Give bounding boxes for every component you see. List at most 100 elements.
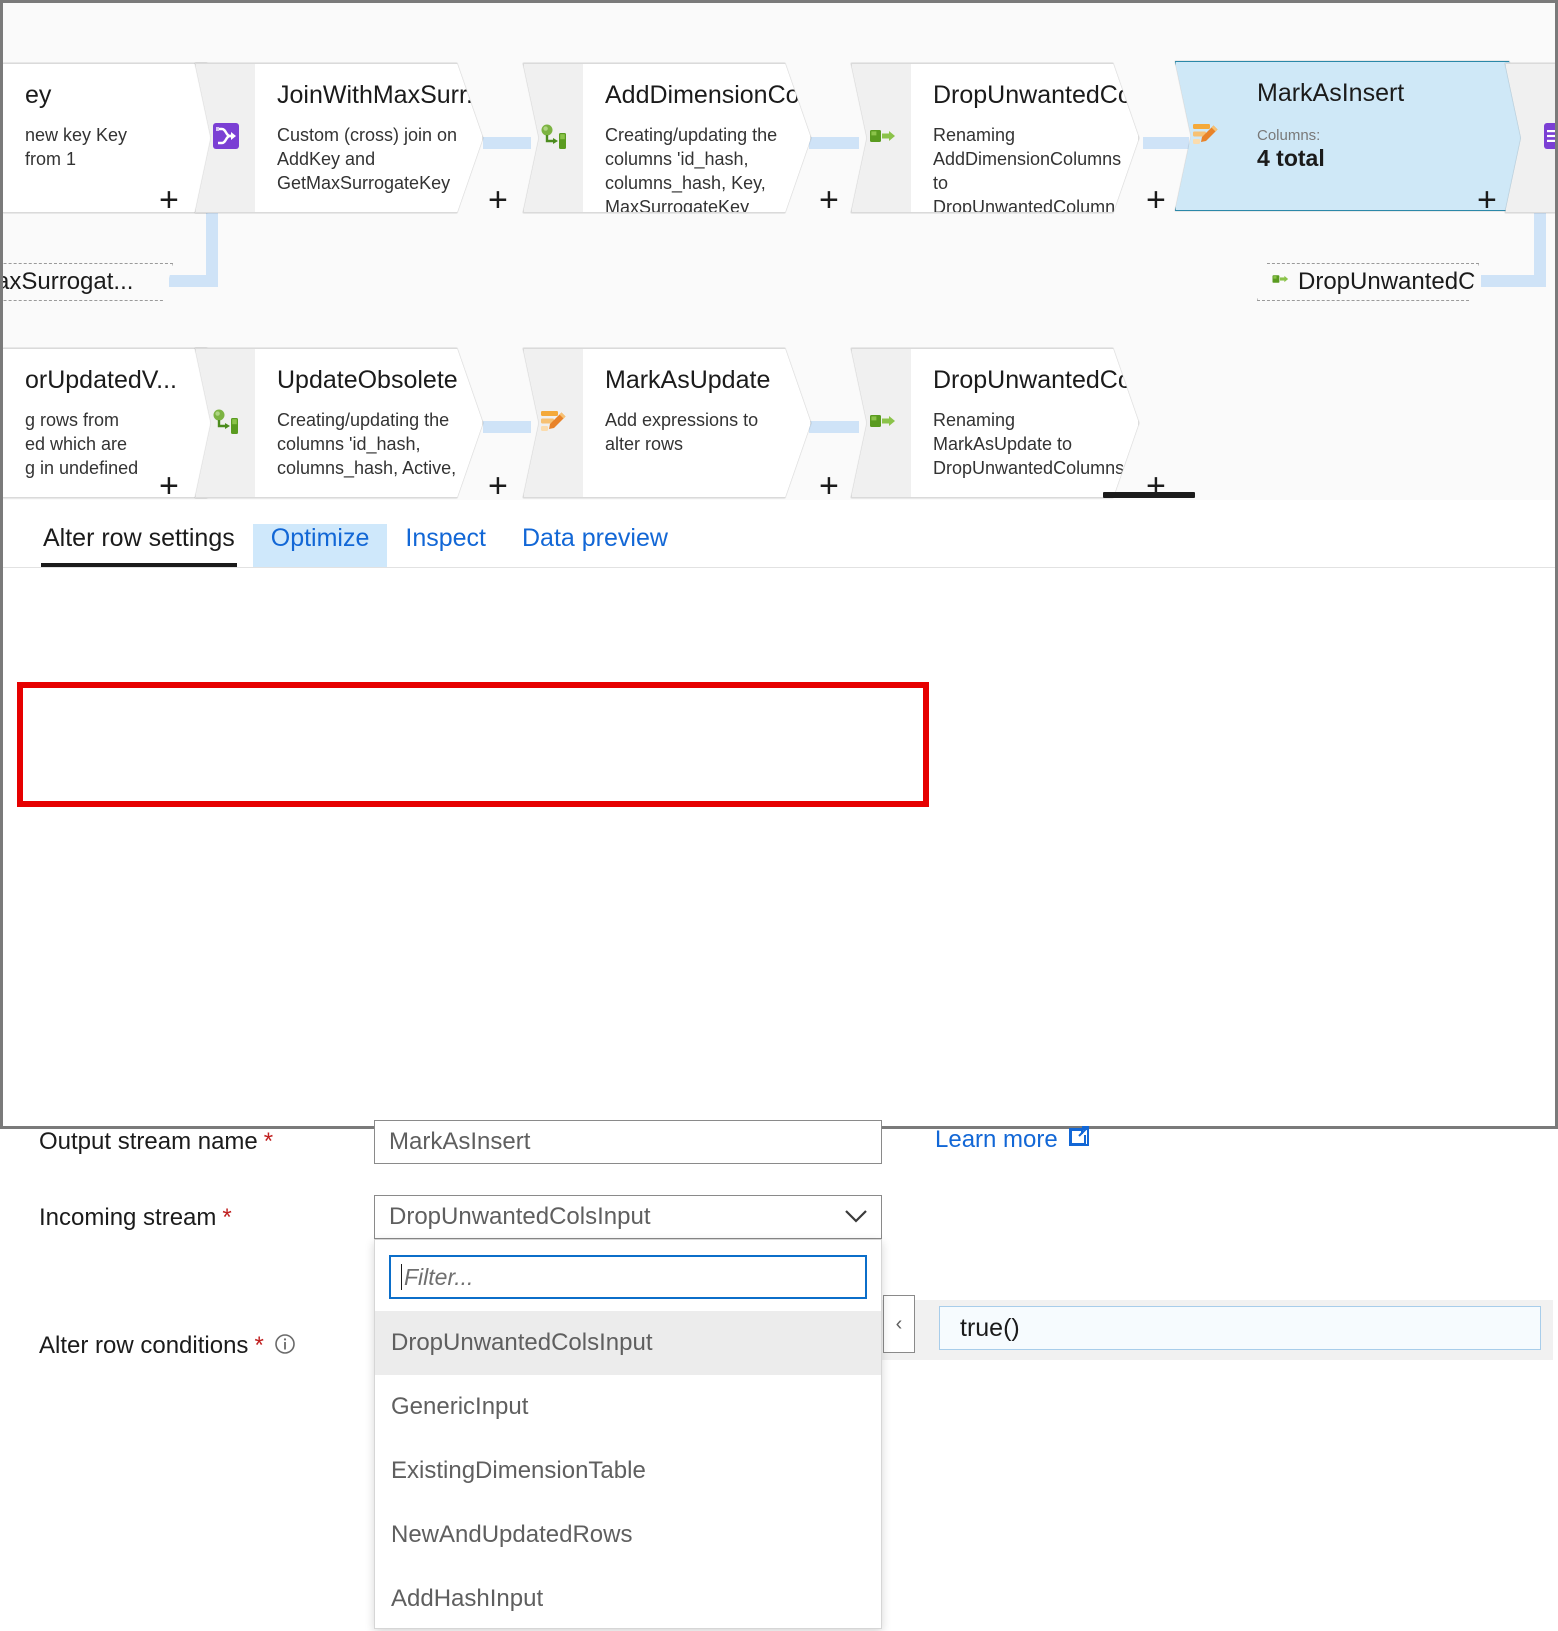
incoming-stream-combobox[interactable]: DropUnwantedColsInput bbox=[374, 1195, 882, 1239]
node-title: AddDimensionCol... bbox=[605, 81, 811, 109]
dropdown-filter-input[interactable]: Filter... bbox=[389, 1255, 867, 1299]
node-title: MarkAsUpdate bbox=[605, 366, 771, 394]
dropdown-option-dropunwantedcolsinput[interactable]: DropUnwantedColsInput bbox=[375, 1311, 881, 1375]
condition-type-dropdown[interactable]: ‹ bbox=[883, 1295, 915, 1353]
add-node-button[interactable]: + bbox=[819, 183, 839, 217]
node-icon-pane bbox=[851, 348, 911, 498]
dropdown-option-existingdimensiontable[interactable]: ExistingDimensionTable bbox=[375, 1439, 881, 1503]
node-icon-pane bbox=[195, 63, 255, 213]
node-body[interactable]: MarkAsUpdate Add expressions to alter ro… bbox=[583, 348, 811, 498]
node-body[interactable]: DropUnwantedCo... Renaming AddDimensionC… bbox=[911, 63, 1139, 213]
reference-pill-label: etMaxSurrogat... bbox=[9, 268, 134, 295]
add-node-button[interactable]: + bbox=[159, 469, 179, 500]
node-description: Renaming AddDimensionColumns to DropUnwa… bbox=[933, 125, 1125, 213]
node-description: Renaming MarkAsUpdate to DropUnwantedCol… bbox=[933, 410, 1125, 478]
node-title: ey bbox=[25, 81, 52, 109]
select-icon bbox=[866, 405, 898, 442]
add-node-button[interactable]: + bbox=[488, 183, 508, 217]
add-node-button[interactable]: + bbox=[1146, 183, 1166, 217]
field-label: Alter row conditions bbox=[39, 1332, 249, 1359]
tab-alter-row-settings[interactable]: Alter row settings bbox=[25, 524, 253, 567]
connector-line bbox=[1534, 209, 1546, 281]
node-title: MarkAsInsert bbox=[1257, 79, 1405, 107]
node-description: new key Key from 1 bbox=[25, 125, 128, 169]
derived-column-icon bbox=[210, 405, 242, 442]
node-title: UpdateObsolete bbox=[277, 366, 458, 394]
reference-pill-label: DropUnwantedC... bbox=[1298, 268, 1496, 295]
condition-type-value: ‹ bbox=[895, 1312, 903, 1335]
node-title: orUpdatedV... bbox=[25, 366, 177, 394]
incoming-stream-label: Incoming stream * bbox=[39, 1198, 359, 1238]
dataflow-node-markasupdate[interactable]: MarkAsUpdate Add expressions to alter ro… bbox=[523, 348, 811, 498]
join-icon bbox=[210, 120, 242, 157]
node-description: g rows from ed which are g in undefined bbox=[25, 410, 139, 478]
dataflow-node-dropunwantedcolumns-1[interactable]: DropUnwantedCo... Renaming AddDimensionC… bbox=[851, 63, 1139, 213]
output-stream-name-label: Output stream name * bbox=[39, 1122, 339, 1162]
canvas-horizontal-scrollbar[interactable] bbox=[1103, 492, 1195, 498]
reference-pill-dropunwantedcols[interactable]: DropUnwantedC... bbox=[1257, 263, 1479, 301]
node-body[interactable]: UpdateObsolete Creating/updating the col… bbox=[255, 348, 483, 498]
add-node-button[interactable]: + bbox=[1477, 183, 1497, 217]
select-icon bbox=[866, 120, 898, 157]
dataflow-node-updateobsolete[interactable]: UpdateObsolete Creating/updating the col… bbox=[195, 348, 483, 498]
union-icon bbox=[1541, 120, 1555, 157]
connector-line bbox=[1481, 275, 1546, 287]
output-stream-name-value: MarkAsInsert bbox=[389, 1128, 531, 1155]
node-description: Add expressions to alter rows bbox=[605, 410, 759, 454]
node-columns-label: Columns: bbox=[1257, 127, 1321, 145]
tab-optimize[interactable]: Optimize bbox=[252, 524, 388, 567]
node-body[interactable]: DropUnwantedCo... Renaming MarkAsUpdate … bbox=[911, 348, 1139, 498]
alter-row-icon bbox=[537, 404, 571, 443]
node-title: DropUnwantedCo... bbox=[933, 366, 1139, 394]
node-icon-pane bbox=[523, 63, 583, 213]
dropdown-filter-placeholder: Filter... bbox=[404, 1263, 474, 1290]
required-asterisk: * bbox=[263, 1128, 274, 1155]
add-node-button[interactable]: + bbox=[488, 469, 508, 500]
node-icon-pane bbox=[1505, 63, 1555, 213]
dropdown-option-newandupdatedrows[interactable]: NewAndUpdatedRows bbox=[375, 1503, 881, 1567]
tab-data-preview[interactable]: Data preview bbox=[504, 524, 686, 567]
node-description: Creating/updating the columns 'id_hash, … bbox=[277, 410, 457, 478]
field-label: Output stream name bbox=[39, 1128, 258, 1155]
node-body[interactable]: JoinWithMaxSurr... Custom (cross) join o… bbox=[255, 63, 483, 213]
alter-row-conditions-label: Alter row conditions * bbox=[39, 1326, 296, 1366]
dataflow-canvas[interactable]: ey new key Key from 1 + JoinWithMaxSurr.… bbox=[3, 3, 1555, 500]
node-icon-pane bbox=[851, 63, 911, 213]
panel-tab-bar: Alter row settings Optimize Inspect Data… bbox=[3, 500, 1555, 568]
required-asterisk: * bbox=[222, 1204, 232, 1231]
node-icon-pane bbox=[1175, 61, 1235, 211]
derived-column-icon bbox=[538, 120, 570, 157]
dropdown-filter-wrapper: Filter... bbox=[375, 1240, 881, 1311]
dataflow-node-union-partial[interactable] bbox=[1505, 63, 1555, 213]
incoming-stream-dropdown[interactable]: Filter... DropUnwantedColsInput GenericI… bbox=[374, 1239, 882, 1629]
learn-more-label: Learn more bbox=[935, 1125, 1058, 1153]
required-asterisk: * bbox=[254, 1332, 264, 1359]
dataflow-node-dropunwantedcolumns-2[interactable]: DropUnwantedCo... Renaming MarkAsUpdate … bbox=[851, 348, 1139, 498]
incoming-stream-value: DropUnwantedColsInput bbox=[389, 1203, 651, 1230]
node-body[interactable]: AddDimensionCol... Creating/updating the… bbox=[583, 63, 811, 213]
reference-pill-getmaxsurrogatekey[interactable]: etMaxSurrogat... bbox=[3, 263, 173, 301]
properties-panel: Alter row settings Optimize Inspect Data… bbox=[3, 500, 1555, 1629]
add-node-button[interactable]: + bbox=[159, 183, 179, 217]
add-node-button[interactable]: + bbox=[819, 469, 839, 500]
node-description: Custom (cross) join on AddKey and GetMax… bbox=[277, 125, 458, 193]
condition-expression-value: true() bbox=[960, 1313, 1020, 1342]
info-icon[interactable] bbox=[274, 1333, 296, 1360]
node-title: JoinWithMaxSurr... bbox=[277, 81, 483, 109]
connector-line bbox=[169, 275, 218, 287]
dropdown-option-addhashinput[interactable]: AddHashInput bbox=[375, 1567, 881, 1631]
condition-expression-input[interactable]: true() bbox=[939, 1306, 1541, 1350]
node-title: DropUnwantedCo... bbox=[933, 81, 1139, 109]
node-icon-pane bbox=[523, 348, 583, 498]
chevron-down-icon[interactable] bbox=[843, 1203, 869, 1231]
node-columns-value: 4 total bbox=[1257, 144, 1325, 171]
tab-inspect[interactable]: Inspect bbox=[387, 524, 504, 567]
alter-row-icon bbox=[1189, 117, 1223, 156]
dataflow-node-adddimensioncolumns[interactable]: AddDimensionCol... Creating/updating the… bbox=[523, 63, 811, 213]
node-icon-pane bbox=[195, 348, 255, 498]
output-stream-name-input[interactable]: MarkAsInsert bbox=[374, 1120, 882, 1164]
text-caret bbox=[401, 1264, 402, 1290]
dataflow-node-joinwithmaxsurrogatekey[interactable]: JoinWithMaxSurr... Custom (cross) join o… bbox=[195, 63, 483, 213]
field-label: Incoming stream bbox=[39, 1204, 217, 1231]
dropdown-option-genericinput[interactable]: GenericInput bbox=[375, 1375, 881, 1439]
